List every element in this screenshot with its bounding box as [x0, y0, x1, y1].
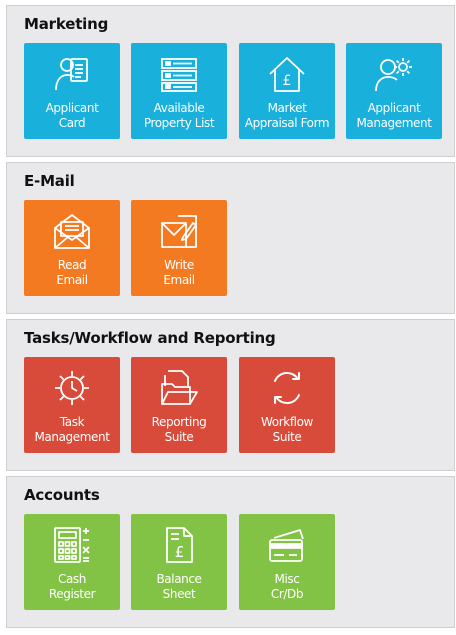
read-email-label: Read Email	[56, 258, 88, 287]
write-email-icon	[159, 211, 199, 251]
cash-register-tile[interactable]: Cash Register	[24, 514, 120, 610]
reporting-suite-label: Reporting Suite	[151, 415, 207, 444]
cash-register-label: Cash Register	[48, 572, 96, 601]
applicant-card-label: Applicant Card	[45, 101, 99, 130]
available-property-list-label: Available Property List	[143, 101, 215, 130]
market-appraisal-form-label: Market Appraisal Form	[244, 101, 330, 130]
accounts-heading: Accounts	[24, 486, 100, 504]
marketing-panel: Marketing Applicant Card Available Prope…	[6, 5, 455, 157]
misc-cr-db-tile[interactable]: Misc Cr/Db	[239, 514, 335, 610]
open-envelope-icon	[52, 211, 92, 251]
accounts-panel: Accounts Cash Register £ Balance Sheet M…	[6, 476, 455, 628]
workflow-suite-tile[interactable]: Workflow Suite	[239, 357, 335, 453]
market-appraisal-form-tile[interactable]: £ Market Appraisal Form	[239, 43, 335, 139]
workflow-suite-label: Workflow Suite	[261, 415, 313, 444]
user-gear-icon	[374, 54, 414, 94]
applicant-card-icon	[52, 54, 92, 94]
task-management-label: Task Management	[34, 415, 110, 444]
credit-cards-icon	[267, 525, 307, 565]
task-management-tile[interactable]: Task Management	[24, 357, 120, 453]
available-property-list-tile[interactable]: Available Property List	[131, 43, 227, 139]
read-email-tile[interactable]: Read Email	[24, 200, 120, 296]
tasks-heading: Tasks/Workflow and Reporting	[24, 329, 276, 347]
pound-document-icon: £	[159, 525, 199, 565]
applicant-management-tile[interactable]: Applicant Management	[346, 43, 442, 139]
reporting-suite-tile[interactable]: Reporting Suite	[131, 357, 227, 453]
svg-text:£: £	[175, 543, 185, 561]
balance-sheet-tile[interactable]: £ Balance Sheet	[131, 514, 227, 610]
email-panel: E-Mail Read Email Write Email	[6, 162, 455, 314]
refresh-arrows-icon	[267, 368, 307, 408]
property-list-icon	[159, 54, 199, 94]
applicant-management-label: Applicant Management	[356, 101, 432, 130]
misc-cr-db-label: Misc Cr/Db	[270, 572, 304, 601]
write-email-label: Write Email	[163, 258, 195, 287]
house-pound-icon: £	[267, 54, 307, 94]
calculator-icon	[52, 525, 92, 565]
svg-text:£: £	[283, 73, 292, 89]
balance-sheet-label: Balance Sheet	[156, 572, 202, 601]
tasks-panel: Tasks/Workflow and Reporting Task Manage…	[6, 319, 455, 471]
write-email-tile[interactable]: Write Email	[131, 200, 227, 296]
marketing-heading: Marketing	[24, 15, 109, 33]
gear-clock-icon	[52, 368, 92, 408]
email-heading: E-Mail	[24, 172, 75, 190]
applicant-card-tile[interactable]: Applicant Card	[24, 43, 120, 139]
folder-documents-icon	[159, 368, 199, 408]
